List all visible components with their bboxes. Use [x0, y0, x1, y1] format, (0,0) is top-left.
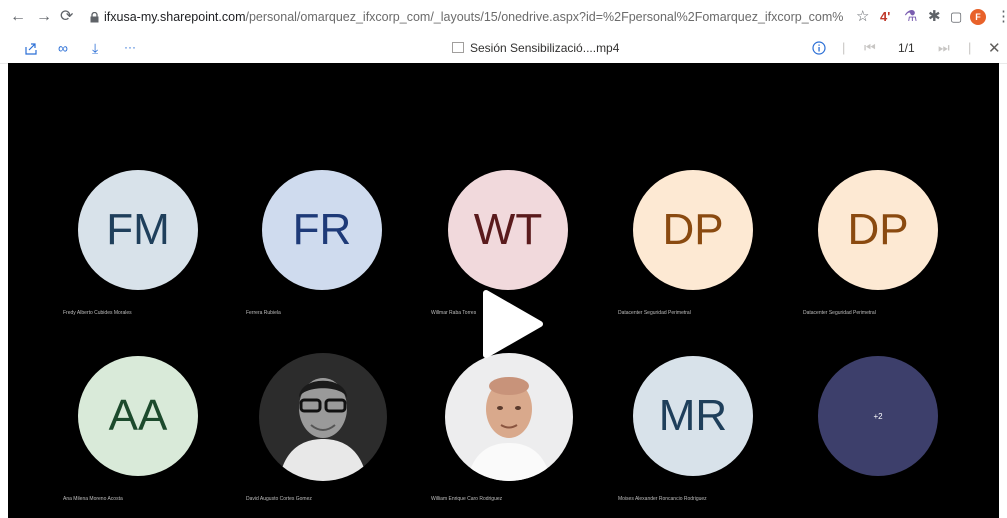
divider: | — [968, 40, 972, 55]
close-icon[interactable]: ✕ — [988, 39, 1001, 57]
participant-avatar: DP — [633, 170, 753, 290]
link-icon[interactable]: ∞ — [58, 40, 68, 56]
first-page-icon[interactable]: ⏮ — [864, 40, 876, 56]
avatar-initials: MR — [658, 391, 728, 440]
avatar-initials: AA — [108, 391, 168, 440]
participant-name: Willmar Raba Torres — [431, 310, 477, 316]
file-title-text: Sesión Sensibilizació....mp4 — [470, 41, 620, 55]
viewer-toolbar: ∞ ⤓ ··· Sesión Sensibilizació....mp4 | ⏮… — [0, 34, 1007, 64]
overflow-count: +2 — [873, 411, 883, 421]
participant-name: Ana Milena Moreno Acosta — [63, 496, 123, 502]
avatar-initials: DP — [662, 205, 724, 254]
last-page-icon[interactable]: ⏭ — [938, 40, 950, 56]
back-arrow-icon[interactable]: ← — [10, 8, 26, 26]
file-title: Sesión Sensibilizació....mp4 — [452, 41, 619, 55]
divider: | — [842, 40, 846, 55]
play-icon[interactable] — [480, 289, 544, 359]
overflow-participants: +2 — [818, 356, 938, 476]
participant-name: William Enrique Caro Rodriguez — [431, 496, 503, 502]
participant-name: Moises Alexander Roncancio Rodriguez — [618, 496, 707, 502]
participant-name: Datacenter Seguridad Perimetral — [803, 310, 876, 316]
browser-toolbar: ← → ⟳ ifxusa-my.sharepoint.com/personal/… — [0, 0, 1007, 35]
participant-name: Fredy Alberto Cubides Morales — [63, 310, 132, 316]
profile-avatar[interactable]: F — [970, 9, 986, 25]
side-panel-icon[interactable]: ▢ — [950, 8, 962, 26]
url-host: ifxusa-my.sharepoint.com — [104, 10, 246, 24]
participant-name: Datacenter Seguridad Perimetral — [618, 310, 691, 316]
info-icon[interactable] — [812, 41, 826, 55]
lock-icon[interactable] — [90, 12, 99, 23]
video-player[interactable]: FM Fredy Alberto Cubides Morales FR Ferr… — [8, 63, 999, 518]
share-icon[interactable] — [24, 42, 38, 55]
participant-avatar: MR — [633, 356, 753, 476]
more-actions-button[interactable]: ··· — [124, 39, 136, 55]
extension-badge[interactable]: 4' — [880, 8, 890, 26]
forward-arrow-icon[interactable]: → — [36, 8, 52, 26]
participant-avatar: WT — [448, 170, 568, 290]
avatar-initials: FM — [106, 205, 170, 254]
participant-photo — [259, 353, 387, 481]
address-bar[interactable]: ifxusa-my.sharepoint.com/personal/omarqu… — [104, 10, 844, 24]
participant-avatar: FM — [78, 170, 198, 290]
download-icon[interactable]: ⤓ — [92, 40, 98, 56]
flask-extension-icon[interactable]: ⚗ — [904, 8, 917, 26]
participant-avatar: AA — [78, 356, 198, 476]
more-menu-icon[interactable]: ⋮ — [996, 8, 1007, 26]
reload-icon[interactable]: ⟳ — [60, 8, 73, 26]
page-indicator: 1/1 — [898, 41, 915, 55]
participant-name: Ferrera Rubiela — [246, 310, 281, 316]
url-path: /personal/omarquez_ifxcorp_com/_layouts/… — [245, 10, 845, 24]
avatar-initials: FR — [292, 205, 352, 254]
avatar-initials: DP — [847, 205, 909, 254]
participant-photo — [445, 353, 573, 481]
star-icon[interactable]: ☆ — [856, 8, 869, 26]
participant-name: David Augusto Cortes Gomez — [246, 496, 312, 502]
participant-avatar: FR — [262, 170, 382, 290]
avatar-initials: WT — [473, 205, 543, 254]
video-file-icon — [452, 42, 464, 53]
puzzle-extensions-icon[interactable]: ✱ — [928, 8, 941, 26]
participant-avatar: DP — [818, 170, 938, 290]
